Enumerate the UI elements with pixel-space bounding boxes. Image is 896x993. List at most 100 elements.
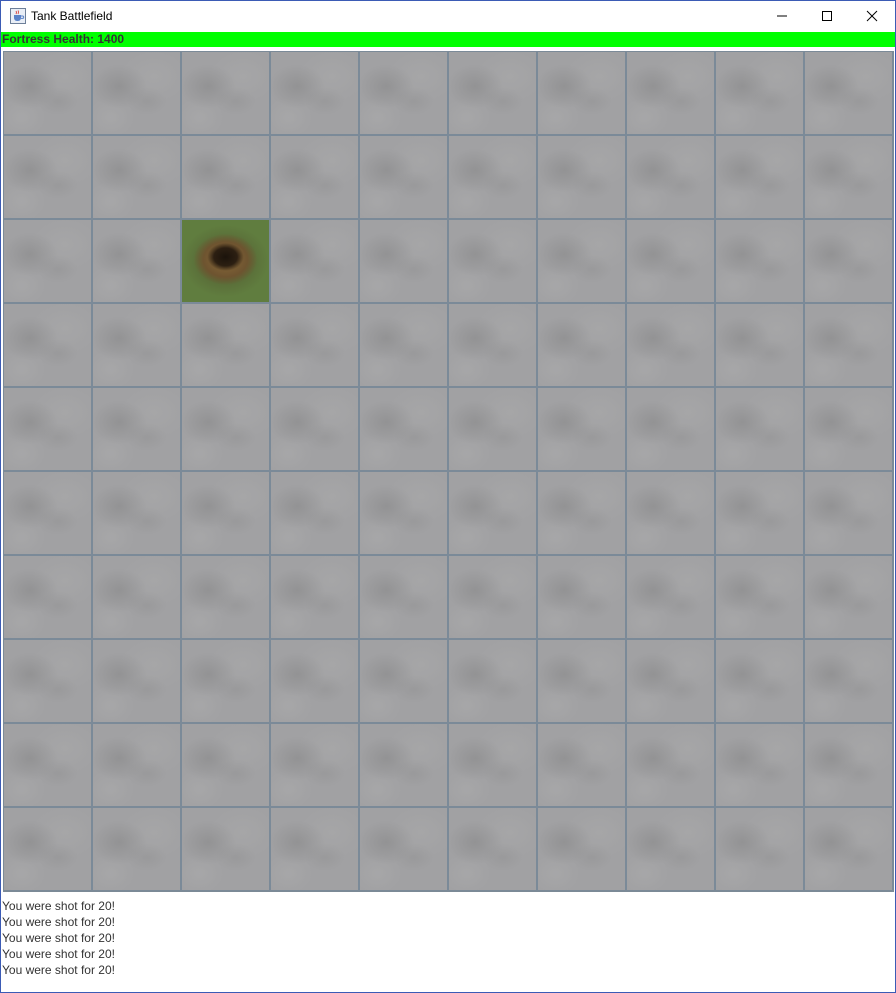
concrete-tile[interactable] <box>181 303 270 387</box>
concrete-tile[interactable] <box>3 555 92 639</box>
concrete-tile[interactable] <box>448 471 537 555</box>
concrete-tile[interactable] <box>92 51 181 135</box>
concrete-tile[interactable] <box>181 51 270 135</box>
concrete-tile[interactable] <box>626 639 715 723</box>
concrete-tile[interactable] <box>181 387 270 471</box>
concrete-tile[interactable] <box>92 135 181 219</box>
concrete-tile[interactable] <box>804 51 893 135</box>
concrete-tile[interactable] <box>448 51 537 135</box>
concrete-tile[interactable] <box>270 135 359 219</box>
concrete-tile[interactable] <box>448 639 537 723</box>
concrete-tile[interactable] <box>3 471 92 555</box>
concrete-tile[interactable] <box>626 471 715 555</box>
concrete-tile[interactable] <box>537 471 626 555</box>
concrete-tile[interactable] <box>715 471 804 555</box>
maximize-button[interactable] <box>804 1 850 31</box>
concrete-tile[interactable] <box>448 723 537 807</box>
concrete-tile[interactable] <box>537 135 626 219</box>
concrete-tile[interactable] <box>715 555 804 639</box>
concrete-tile[interactable] <box>448 387 537 471</box>
concrete-tile[interactable] <box>270 555 359 639</box>
concrete-tile[interactable] <box>715 639 804 723</box>
concrete-tile[interactable] <box>359 639 448 723</box>
concrete-tile[interactable] <box>537 555 626 639</box>
concrete-tile[interactable] <box>804 219 893 303</box>
concrete-tile[interactable] <box>92 471 181 555</box>
concrete-tile[interactable] <box>715 807 804 891</box>
concrete-tile[interactable] <box>804 639 893 723</box>
concrete-tile[interactable] <box>715 135 804 219</box>
concrete-tile[interactable] <box>626 135 715 219</box>
concrete-tile[interactable] <box>270 639 359 723</box>
concrete-tile[interactable] <box>181 807 270 891</box>
concrete-tile[interactable] <box>3 51 92 135</box>
concrete-tile[interactable] <box>626 303 715 387</box>
concrete-tile[interactable] <box>359 135 448 219</box>
concrete-tile[interactable] <box>270 51 359 135</box>
concrete-tile[interactable] <box>715 51 804 135</box>
concrete-tile[interactable] <box>537 723 626 807</box>
concrete-tile[interactable] <box>92 723 181 807</box>
concrete-tile[interactable] <box>3 807 92 891</box>
concrete-tile[interactable] <box>626 807 715 891</box>
concrete-tile[interactable] <box>270 471 359 555</box>
concrete-tile[interactable] <box>359 807 448 891</box>
concrete-tile[interactable] <box>92 639 181 723</box>
concrete-tile[interactable] <box>715 723 804 807</box>
concrete-tile[interactable] <box>448 135 537 219</box>
concrete-tile[interactable] <box>537 51 626 135</box>
concrete-tile[interactable] <box>181 471 270 555</box>
concrete-tile[interactable] <box>359 387 448 471</box>
concrete-tile[interactable] <box>804 555 893 639</box>
title-bar[interactable]: Tank Battlefield <box>1 1 895 32</box>
concrete-tile[interactable] <box>3 639 92 723</box>
concrete-tile[interactable] <box>270 219 359 303</box>
concrete-tile[interactable] <box>537 303 626 387</box>
concrete-tile[interactable] <box>181 723 270 807</box>
concrete-tile[interactable] <box>626 387 715 471</box>
concrete-tile[interactable] <box>3 219 92 303</box>
concrete-tile[interactable] <box>3 723 92 807</box>
minimize-button[interactable] <box>759 1 805 31</box>
crater-tile[interactable] <box>181 219 270 303</box>
concrete-tile[interactable] <box>359 219 448 303</box>
concrete-tile[interactable] <box>804 807 893 891</box>
concrete-tile[interactable] <box>181 639 270 723</box>
concrete-tile[interactable] <box>181 555 270 639</box>
concrete-tile[interactable] <box>537 807 626 891</box>
concrete-tile[interactable] <box>626 51 715 135</box>
concrete-tile[interactable] <box>359 723 448 807</box>
concrete-tile[interactable] <box>537 387 626 471</box>
concrete-tile[interactable] <box>626 555 715 639</box>
concrete-tile[interactable] <box>448 807 537 891</box>
concrete-tile[interactable] <box>715 219 804 303</box>
concrete-tile[interactable] <box>448 555 537 639</box>
concrete-tile[interactable] <box>3 303 92 387</box>
concrete-tile[interactable] <box>804 387 893 471</box>
concrete-tile[interactable] <box>804 723 893 807</box>
concrete-tile[interactable] <box>270 303 359 387</box>
concrete-tile[interactable] <box>804 471 893 555</box>
concrete-tile[interactable] <box>537 219 626 303</box>
concrete-tile[interactable] <box>359 471 448 555</box>
concrete-tile[interactable] <box>804 135 893 219</box>
concrete-tile[interactable] <box>92 219 181 303</box>
close-button[interactable] <box>849 1 895 31</box>
concrete-tile[interactable] <box>92 303 181 387</box>
concrete-tile[interactable] <box>181 135 270 219</box>
concrete-tile[interactable] <box>715 303 804 387</box>
concrete-tile[interactable] <box>448 303 537 387</box>
concrete-tile[interactable] <box>359 555 448 639</box>
concrete-tile[interactable] <box>270 723 359 807</box>
concrete-tile[interactable] <box>92 387 181 471</box>
concrete-tile[interactable] <box>359 303 448 387</box>
concrete-tile[interactable] <box>626 723 715 807</box>
concrete-tile[interactable] <box>92 807 181 891</box>
concrete-tile[interactable] <box>804 303 893 387</box>
concrete-tile[interactable] <box>270 387 359 471</box>
concrete-tile[interactable] <box>626 219 715 303</box>
concrete-tile[interactable] <box>270 807 359 891</box>
concrete-tile[interactable] <box>92 555 181 639</box>
concrete-tile[interactable] <box>3 387 92 471</box>
concrete-tile[interactable] <box>448 219 537 303</box>
